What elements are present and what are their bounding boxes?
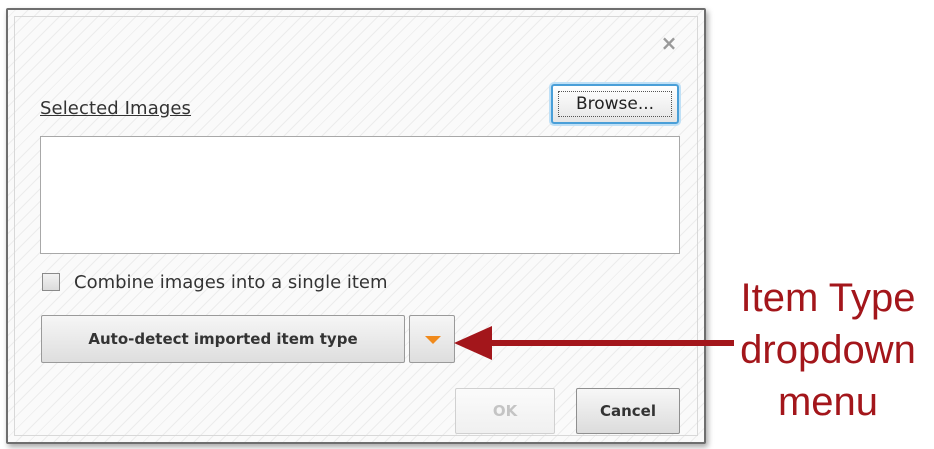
item-type-button[interactable]: Auto-detect imported item type [41,315,405,363]
arrow-head [454,326,492,360]
combine-images-checkbox[interactable] [42,273,60,291]
annotation-line-2: dropdown [740,328,916,372]
import-images-dialog: × Selected Images Browse... Combine imag… [6,8,706,444]
combine-images-label: Combine images into a single item [74,271,388,293]
annotation-arrow-icon [454,326,734,360]
screenshot-stage: × Selected Images Browse... Combine imag… [0,0,934,449]
item-type-dropdown-toggle[interactable] [409,315,455,363]
selected-images-label: Selected Images [40,98,192,119]
ok-button[interactable]: OK [455,388,555,434]
browse-button[interactable]: Browse... [551,84,679,124]
annotation-line-1: Item Type [740,276,916,320]
annotation-callout: Item Type dropdown menu [728,272,928,428]
combine-images-option[interactable]: Combine images into a single item [42,270,388,294]
close-icon[interactable]: × [658,32,680,54]
cancel-button[interactable]: Cancel [576,388,680,434]
focus-ring [558,91,672,117]
annotation-line-3: menu [777,380,879,424]
triangle-down-icon [425,336,441,344]
selected-images-list[interactable] [40,136,680,254]
